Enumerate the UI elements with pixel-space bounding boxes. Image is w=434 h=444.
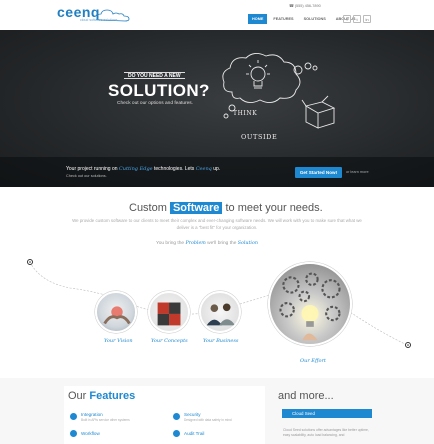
concepts-image	[148, 291, 190, 333]
feature-integration[interactable]: Integration	[81, 412, 103, 417]
ribbon-text-2: technologies. Lets	[152, 166, 196, 172]
hero-subtitle: Check out our options and features.	[117, 101, 193, 106]
ribbon-text-3: up.	[211, 166, 221, 172]
step-label-effort: Our Effort	[300, 358, 326, 364]
bring-text-1: You bring the	[156, 241, 186, 246]
features-heading-bold: Features	[89, 390, 136, 402]
security-icon	[173, 413, 180, 420]
facebook-icon[interactable]: f	[343, 15, 351, 23]
ribbon-subtext: Check out our solutions.	[66, 174, 107, 178]
nav-features[interactable]: Features	[269, 14, 297, 24]
feature-security[interactable]: Security	[184, 412, 201, 417]
features-heading: Our Features	[68, 390, 135, 402]
ribbon-brand: Ceenq	[195, 166, 212, 172]
site-header: ceenq cloud software solutions ☎ (555) 4…	[0, 0, 434, 30]
nav-solutions[interactable]: Solutions	[300, 14, 330, 24]
solution-word: Solution	[237, 241, 258, 246]
ribbon-text-1: Your project running on	[66, 166, 119, 172]
hero-title: SOLUTION?	[108, 81, 210, 100]
page: ceenq cloud software solutions ☎ (555) 4…	[0, 0, 434, 444]
problem-solution-line: You bring the Problem we'll bring the So…	[156, 241, 258, 246]
features-heading-pre: Our	[68, 390, 90, 402]
cloud-seed-description: Cloud Seed solutions offer advantages li…	[283, 428, 369, 437]
audit-trail-icon	[173, 430, 180, 437]
twitter-icon[interactable]: t	[353, 15, 361, 23]
heading-text-2: to meet your needs.	[222, 202, 323, 214]
social-links: f t in	[343, 15, 371, 23]
custom-software-description: We provide custom software to our client…	[72, 218, 362, 230]
cloud-seed-tab[interactable]: Cloud Seed	[282, 409, 372, 418]
and-more-heading: and more...	[278, 390, 334, 402]
step-label-business: Your Business	[203, 338, 239, 344]
heading-highlight: Software	[169, 202, 223, 214]
workflow-icon	[70, 430, 77, 437]
logo[interactable]: ceenq cloud software solutions	[56, 4, 130, 24]
gears-icon	[279, 272, 341, 341]
vision-image	[95, 291, 137, 333]
get-started-button[interactable]: Get Started Now!	[295, 167, 342, 178]
linkedin-icon[interactable]: in	[363, 15, 371, 23]
phone-number: ☎ (555) 456-7890	[289, 4, 321, 8]
chalk-outside: OUTSIDE	[241, 133, 278, 141]
chalk-think: THINK	[233, 110, 258, 117]
custom-software-heading: Custom Software to meet your needs.	[129, 202, 323, 214]
hero-ribbon: Your project running on Cutting Edge tec…	[0, 157, 434, 187]
heading-text-1: Custom	[129, 202, 170, 214]
effort-image	[268, 262, 352, 346]
logo-tagline: cloud software solutions	[80, 18, 118, 22]
step-label-concepts: Your Concepts	[151, 338, 188, 344]
feature-security-desc: Designed with data safety in mind	[184, 418, 232, 422]
feature-audit-trail[interactable]: Audit Trail	[184, 431, 204, 436]
ribbon-highlight: Cutting Edge	[118, 166, 153, 172]
feature-integration-desc: Built in APIs service other systems	[81, 418, 130, 422]
ribbon-tagline: Your project running on Cutting Edge tec…	[66, 166, 220, 172]
chalk-drawing	[222, 53, 336, 129]
business-image	[199, 291, 241, 333]
integration-icon	[70, 413, 77, 420]
bring-text-2: we'll bring the	[205, 241, 238, 246]
step-label-vision: Your Vision	[104, 338, 133, 344]
feature-workflow[interactable]: Workflow	[81, 431, 100, 436]
problem-word: Problem	[185, 241, 206, 246]
learn-more-link[interactable]: or learn more	[346, 170, 369, 174]
nav-home[interactable]: Home	[248, 14, 268, 24]
hero-question: DO YOU NEED A NEW	[124, 72, 185, 79]
